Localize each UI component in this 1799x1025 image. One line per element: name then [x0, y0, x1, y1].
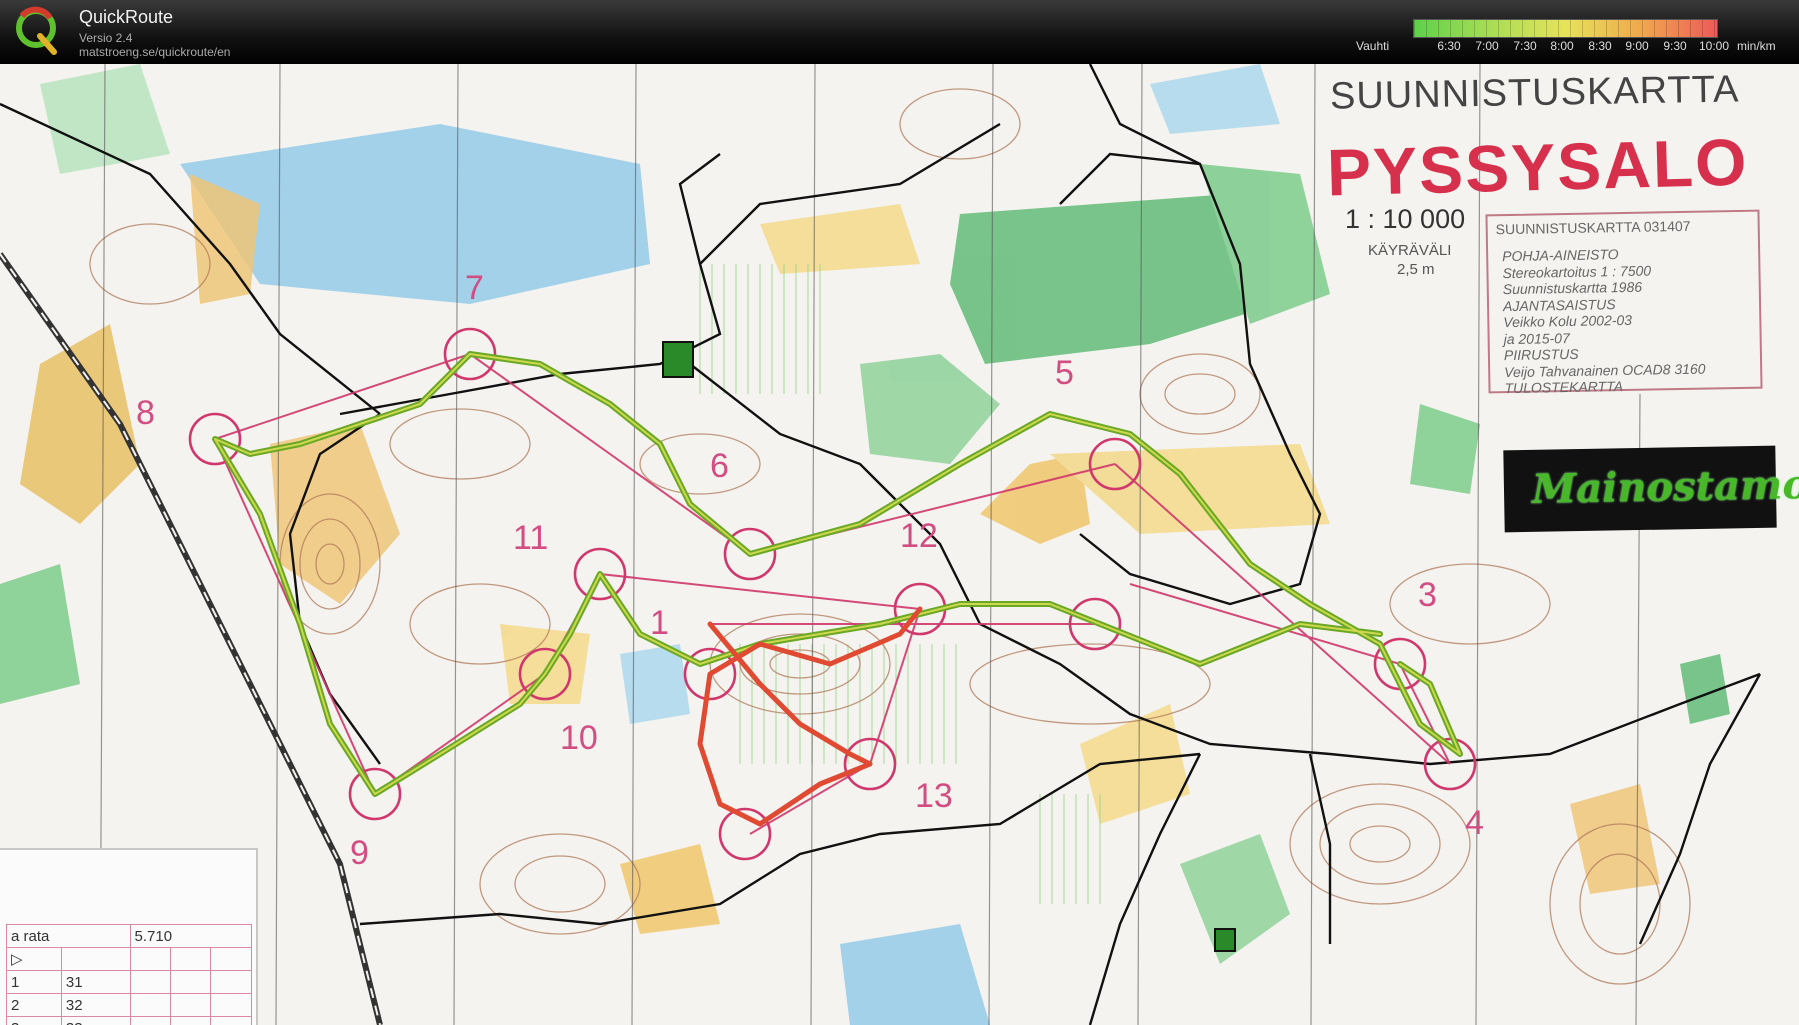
pace-tick: 7:00	[1475, 39, 1499, 53]
control-number-5: 5	[1055, 354, 1074, 392]
pace-tick: 10:00	[1698, 39, 1730, 53]
info-box-lines: POHJA-AINEISTO Stereokartoitus 1 : 7500 …	[1502, 245, 1706, 397]
pace-tick: 8:30	[1588, 39, 1612, 53]
control-number-11: 11	[513, 519, 549, 557]
card-row-code	[60, 947, 131, 971]
pace-legend-unit: min/km	[1737, 39, 1776, 53]
orienteering-map[interactable]: SUUNNISTUSKARTTA PYSSYSALO 1 : 10 000 KÄ…	[0, 64, 1799, 1025]
pace-tick: 6:30	[1437, 39, 1461, 53]
pace-legend-ticks: 6:30 7:00 7:30 8:00 8:30 9:00 9:30 10:00	[0, 39, 1799, 53]
control-number-3: 3	[1418, 576, 1437, 614]
control-number-13: 13	[915, 777, 953, 815]
control-number-12: 12	[900, 517, 938, 555]
sponsor-logo: Mainostamo	[1503, 445, 1799, 533]
card-row: 2 32	[6, 993, 252, 1017]
card-row-code: 31	[60, 970, 131, 994]
pace-tick: 7:30	[1513, 39, 1537, 53]
control-number-7: 7	[465, 269, 484, 307]
course-length: 5.710	[129, 924, 253, 948]
control-number-1: 1	[650, 604, 669, 642]
card-row-code: 33	[60, 1016, 131, 1025]
app-title: QuickRoute	[79, 7, 174, 27]
pace-color-scale	[1413, 19, 1718, 38]
app-header: QuickRoute Versio 2.4 matstroeng.se/quic…	[0, 0, 1799, 64]
map-name-title: PYSSYSALO	[1326, 124, 1750, 210]
control-number-10: 10	[560, 719, 598, 757]
card-row-code: 32	[60, 993, 131, 1017]
card-row-number: 2	[6, 993, 62, 1017]
pace-tick: 9:30	[1663, 39, 1687, 53]
info-line: Veijo Tahvanainen OCAD8 3160	[1504, 360, 1706, 380]
map-type-title: SUUNNISTUSKARTTA	[1329, 68, 1740, 118]
control-number-4: 4	[1465, 804, 1484, 842]
contour-interval-value: 2,5 m	[1397, 261, 1435, 278]
info-line: TULOSTEKARTTA	[1504, 378, 1624, 397]
pace-tick: 9:00	[1625, 39, 1649, 53]
info-box-title: SUUNNISTUSKARTTA 031407	[1495, 217, 1691, 238]
map-info-box: SUUNNISTUSKARTTA 031407 POHJA-AINEISTO S…	[1485, 209, 1763, 397]
contour-interval-label: KÄYRÄVÄLI	[1368, 242, 1452, 259]
map-scale: 1 : 10 000	[1345, 204, 1466, 234]
card-row-number: 3	[6, 1016, 62, 1025]
control-number-6: 6	[710, 447, 729, 485]
control-number-9: 9	[350, 834, 369, 872]
sponsor-name: Mainostamo	[1531, 461, 1799, 513]
control-description-card: a rata 5.710 ▷ 1 31 2 32 3 33 4 34	[0, 848, 258, 1025]
control-description-table: a rata 5.710 ▷ 1 31 2 32 3 33 4 34	[6, 924, 253, 1025]
course-name: a rata	[6, 924, 131, 948]
card-row-number: ▷	[6, 947, 62, 971]
card-row: 1 31	[6, 970, 252, 994]
pace-tick: 8:00	[1550, 39, 1574, 53]
card-row: 3 33	[6, 1016, 252, 1025]
card-row-number: 1	[6, 970, 62, 994]
card-header-row: a rata 5.710	[6, 924, 253, 948]
card-row: ▷	[6, 947, 252, 971]
control-number-8: 8	[136, 394, 155, 432]
